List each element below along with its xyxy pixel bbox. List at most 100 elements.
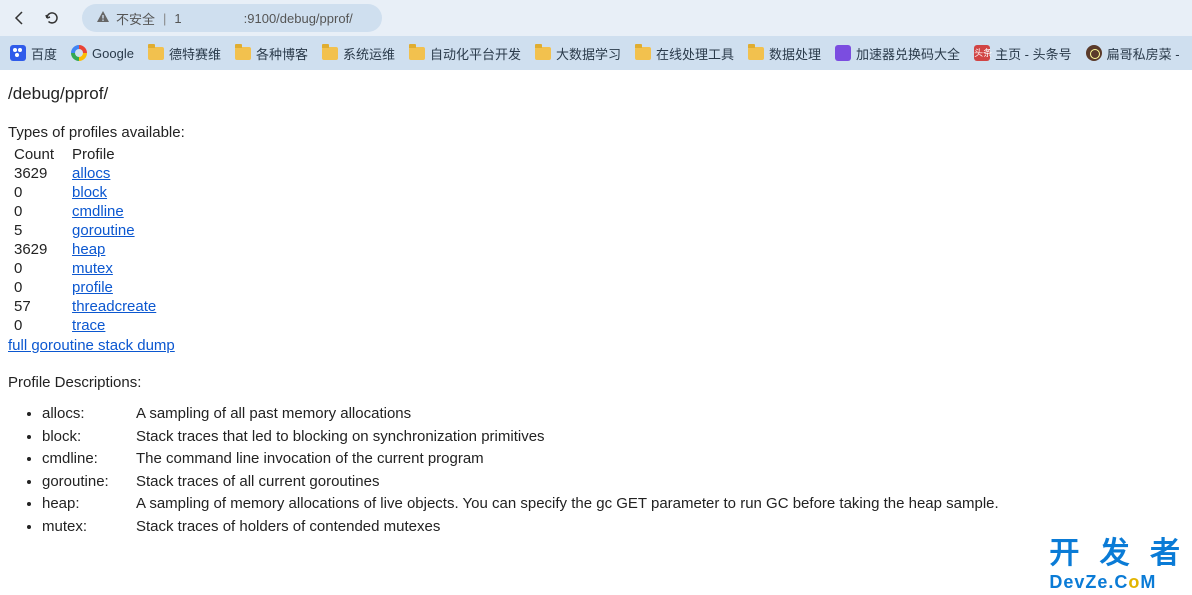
profile-cell: heap bbox=[68, 240, 160, 259]
count-cell: 0 bbox=[10, 316, 68, 335]
page-content: /debug/pprof/ Types of profiles availabl… bbox=[0, 70, 1192, 552]
table-row: 57threadcreate bbox=[10, 297, 160, 316]
back-button[interactable] bbox=[8, 6, 32, 30]
profile-cell: profile bbox=[68, 278, 160, 297]
profile-link-goroutine[interactable]: goroutine bbox=[72, 222, 135, 239]
list-item: allocs:A sampling of all past memory all… bbox=[42, 403, 1184, 426]
url-separator: | bbox=[163, 11, 166, 26]
bookmark-label: 德特赛维 bbox=[169, 44, 221, 63]
profile-cell: trace bbox=[68, 316, 160, 335]
url-path: :9100/debug/pprof/ bbox=[244, 11, 353, 26]
count-cell: 3629 bbox=[10, 240, 68, 259]
bookmark-label: 各种博客 bbox=[256, 44, 308, 63]
profile-link-threadcreate[interactable]: threadcreate bbox=[72, 298, 156, 315]
baidu-icon bbox=[10, 45, 26, 61]
bookmark-toutiao[interactable]: 头条主页 - 头条号 bbox=[974, 44, 1072, 63]
app-icon bbox=[835, 45, 851, 61]
bookmark-google[interactable]: Google bbox=[71, 45, 134, 61]
count-cell: 57 bbox=[10, 297, 68, 316]
bookmark-label: 系统运维 bbox=[343, 44, 395, 63]
folder-icon bbox=[148, 47, 164, 60]
table-row: 0profile bbox=[10, 278, 160, 297]
bookmark-blogs[interactable]: 各种博客 bbox=[235, 44, 308, 63]
bookmark-autoplat[interactable]: 自动化平台开发 bbox=[409, 44, 521, 63]
bookmark-label: Google bbox=[92, 46, 134, 61]
google-icon bbox=[71, 45, 87, 61]
site-icon bbox=[1086, 45, 1102, 61]
desc-name: cmdline: bbox=[42, 448, 136, 471]
list-item: mutex:Stack traces of holders of contend… bbox=[42, 516, 1184, 539]
bookmark-label: 主页 - 头条号 bbox=[995, 44, 1072, 63]
full-dump-link[interactable]: full goroutine stack dump bbox=[8, 337, 175, 354]
desc-text: The command line invocation of the curre… bbox=[136, 450, 484, 467]
table-row: 5goroutine bbox=[10, 221, 160, 240]
profile-cell: threadcreate bbox=[68, 297, 160, 316]
desc-text: Stack traces of all current goroutines bbox=[136, 473, 379, 490]
desc-text: A sampling of memory allocations of live… bbox=[136, 495, 999, 512]
count-cell: 5 bbox=[10, 221, 68, 240]
table-row: 0block bbox=[10, 183, 160, 202]
count-header: Count bbox=[10, 145, 68, 164]
count-cell: 0 bbox=[10, 278, 68, 297]
profile-cell: block bbox=[68, 183, 160, 202]
desc-name: mutex: bbox=[42, 516, 136, 539]
folder-icon bbox=[635, 47, 651, 60]
profile-header: Profile bbox=[68, 145, 160, 164]
profile-link-cmdline[interactable]: cmdline bbox=[72, 203, 124, 220]
list-item: block:Stack traces that led to blocking … bbox=[42, 426, 1184, 449]
bookmark-label: 百度 bbox=[31, 44, 57, 63]
list-item: cmdline:The command line invocation of t… bbox=[42, 448, 1184, 471]
table-row: 0cmdline bbox=[10, 202, 160, 221]
folder-icon bbox=[748, 47, 764, 60]
insecure-label: 不安全 bbox=[116, 9, 155, 28]
profile-cell: allocs bbox=[68, 164, 160, 183]
bookmark-accel[interactable]: 加速器兑换码大全 bbox=[835, 44, 960, 63]
list-item: heap:A sampling of memory allocations of… bbox=[42, 493, 1184, 516]
count-cell: 0 bbox=[10, 183, 68, 202]
profile-link-mutex[interactable]: mutex bbox=[72, 260, 113, 277]
desc-name: allocs: bbox=[42, 403, 136, 426]
desc-title: Profile Descriptions: bbox=[8, 374, 1184, 391]
list-item: goroutine:Stack traces of all current go… bbox=[42, 471, 1184, 494]
table-row: 3629heap bbox=[10, 240, 160, 259]
desc-name: block: bbox=[42, 426, 136, 449]
bookmark-bgsf[interactable]: 扁哥私房菜 - bbox=[1086, 44, 1180, 63]
table-row: 3629allocs bbox=[10, 164, 160, 183]
bookmark-label: 扁哥私房菜 - bbox=[1107, 44, 1180, 63]
reload-button[interactable] bbox=[40, 6, 64, 30]
profile-link-profile[interactable]: profile bbox=[72, 279, 113, 296]
desc-text: Stack traces of holders of contended mut… bbox=[136, 518, 440, 535]
desc-name: heap: bbox=[42, 493, 136, 516]
profile-link-block[interactable]: block bbox=[72, 184, 107, 201]
table-row: 0mutex bbox=[10, 259, 160, 278]
count-cell: 0 bbox=[10, 259, 68, 278]
desc-text: A sampling of all past memory allocation… bbox=[136, 405, 411, 422]
bookmark-label: 自动化平台开发 bbox=[430, 44, 521, 63]
desc-text: Stack traces that led to blocking on syn… bbox=[136, 428, 545, 445]
bookmark-bigdata[interactable]: 大数据学习 bbox=[535, 44, 621, 63]
table-row: 0trace bbox=[10, 316, 160, 335]
bookmark-bar: 百度 Google 德特赛维 各种博客 系统运维 自动化平台开发大数据学习在线处理工具数据… bbox=[0, 36, 1192, 70]
bookmark-dataproc[interactable]: 数据处理 bbox=[748, 44, 821, 63]
toutiao-icon: 头条 bbox=[974, 45, 990, 61]
folder-icon bbox=[235, 47, 251, 60]
watermark-en: DevZe.CoM bbox=[1049, 572, 1186, 593]
count-cell: 0 bbox=[10, 202, 68, 221]
profile-link-heap[interactable]: heap bbox=[72, 241, 105, 258]
desc-name: goroutine: bbox=[42, 471, 136, 494]
folder-icon bbox=[535, 47, 551, 60]
address-bar[interactable]: 不安全 | 1 :9100/debug/pprof/ bbox=[82, 4, 382, 32]
bookmark-onlinetools[interactable]: 在线处理工具 bbox=[635, 44, 734, 63]
profile-cell: goroutine bbox=[68, 221, 160, 240]
profile-link-allocs[interactable]: allocs bbox=[72, 165, 110, 182]
desc-list: allocs:A sampling of all past memory all… bbox=[8, 403, 1184, 538]
profile-link-trace[interactable]: trace bbox=[72, 317, 105, 334]
bookmark-baidu[interactable]: 百度 bbox=[10, 44, 57, 63]
types-label: Types of profiles available: bbox=[8, 124, 1184, 141]
folder-icon bbox=[409, 47, 425, 60]
folder-icon bbox=[322, 47, 338, 60]
profile-cell: mutex bbox=[68, 259, 160, 278]
bookmark-detesai[interactable]: 德特赛维 bbox=[148, 44, 221, 63]
bookmark-sysops[interactable]: 系统运维 bbox=[322, 44, 395, 63]
profile-table: Count Profile 3629allocs0block0cmdline5g… bbox=[10, 145, 160, 335]
